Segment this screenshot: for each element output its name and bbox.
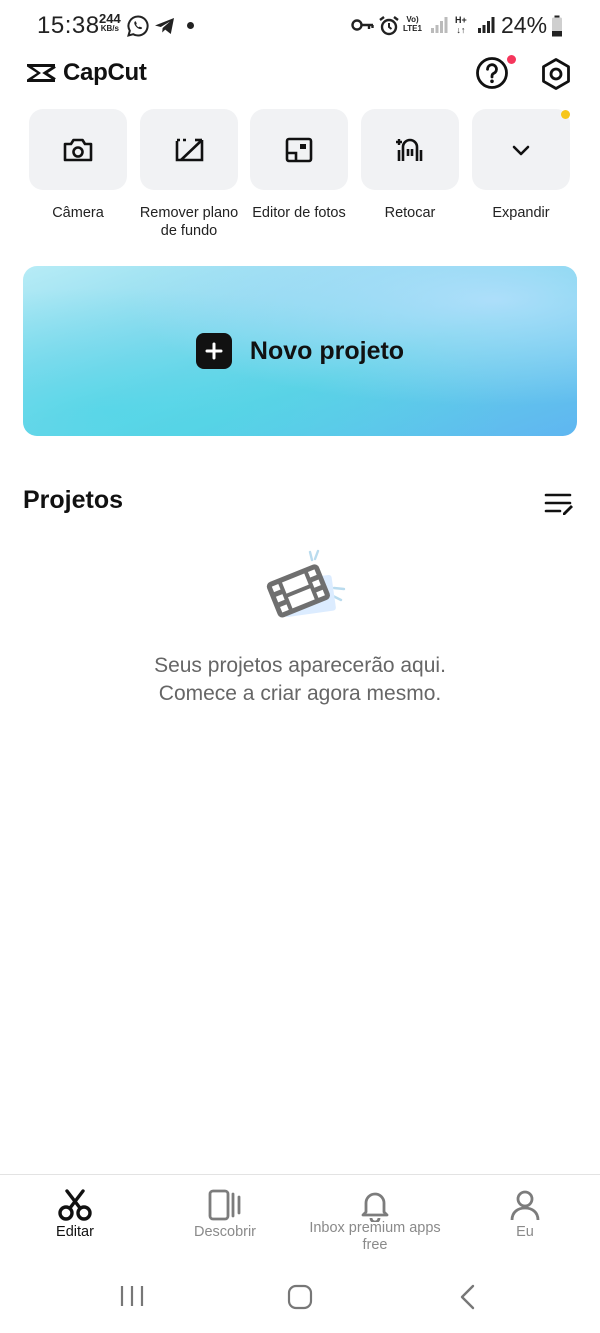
plus-icon [195,333,232,369]
notification-dot-icon [187,22,194,29]
tool-expand[interactable]: Expandir [466,109,576,222]
status-time: 15:38 [37,12,100,39]
battery-icon [552,15,562,37]
tool-remove-background-label: Remover plano de fundo [139,205,239,239]
nav-edit-label: Editar [56,1224,94,1240]
system-navigation-bar [0,1280,600,1314]
telegram-icon [155,18,174,34]
retouch-icon [396,138,423,161]
tool-camera-label: Câmera [52,205,104,221]
plus-glyph-icon [205,342,223,360]
empty-line-1: Seus projetos aparecerão aqui. [154,654,446,677]
scissors-icon [58,1189,92,1221]
tool-expand-box[interactable] [472,109,570,190]
nav-inbox-label: Inbox premium apps free [309,1220,441,1253]
new-project-label: Novo projeto [249,336,405,365]
tool-retouch-label: Retocar [384,205,436,221]
battery-level: 24% [501,12,548,38]
nav-edit[interactable]: Editar [0,1186,150,1241]
recent-apps-icon[interactable] [119,1284,145,1308]
volte-indicator: Vo) LTE1 [403,15,422,33]
expand-notification-dot [561,110,570,119]
chevron-down-icon [512,145,530,155]
capcut-logo-icon [27,64,56,82]
tool-remove-background-box[interactable] [140,109,238,190]
back-icon[interactable] [458,1283,478,1311]
signal-sim1-icon [431,17,448,33]
bottom-nav-divider [0,1174,600,1175]
projects-heading: Projetos [23,486,124,514]
home-icon[interactable] [287,1284,313,1310]
tool-photo-editor[interactable]: Editor de fotos [244,109,354,222]
status-bar: 15:38 244 KB/s Vo) LTE1 H+ ↓↑ 24% [0,0,600,52]
tool-retouch[interactable]: Retocar [355,109,465,222]
tool-expand-label: Expandir [492,205,550,221]
empty-line-2: Comece a criar agora mesmo. [158,682,442,705]
network-speed: 244 KB/s [99,11,121,33]
app-logo: CapCut [25,58,147,88]
tool-retouch-box[interactable] [361,109,459,190]
camera-icon [63,138,93,161]
vpn-key-icon [351,19,374,31]
bell-icon [361,1192,389,1222]
manage-projects-icon[interactable] [543,491,575,517]
network-type-indicator: H+ ↓↑ [455,15,467,35]
tool-camera-box[interactable] [29,109,127,190]
nav-profile[interactable]: Eu [450,1186,600,1241]
tool-photo-editor-box[interactable] [250,109,348,190]
nav-discover[interactable]: Descobrir [150,1186,300,1241]
profile-icon [510,1190,540,1221]
help-notification-dot [507,55,516,64]
nav-inbox[interactable]: Inbox premium apps free [300,1186,450,1254]
settings-icon[interactable] [538,56,574,92]
alarm-icon [379,16,399,36]
nav-profile-label: Eu [516,1224,534,1240]
app-name: CapCut [63,59,147,86]
remove-background-icon [175,138,204,161]
nav-discover-label: Descobrir [193,1224,257,1240]
signal-sim2-icon [478,17,495,33]
tool-remove-background[interactable]: Remover plano de fundo [134,109,244,240]
tool-photo-editor-label: Editor de fotos [252,205,346,221]
empty-projects-message: Seus projetos aparecerão aqui. Comece a … [0,652,600,708]
help-icon[interactable] [475,56,509,90]
film-icon [266,549,346,618]
photo-editor-icon [285,137,313,162]
whatsapp-icon [127,15,149,37]
new-project-button[interactable]: Novo projeto [23,266,577,436]
discover-icon [208,1189,241,1221]
tool-camera[interactable]: Câmera [23,109,133,222]
